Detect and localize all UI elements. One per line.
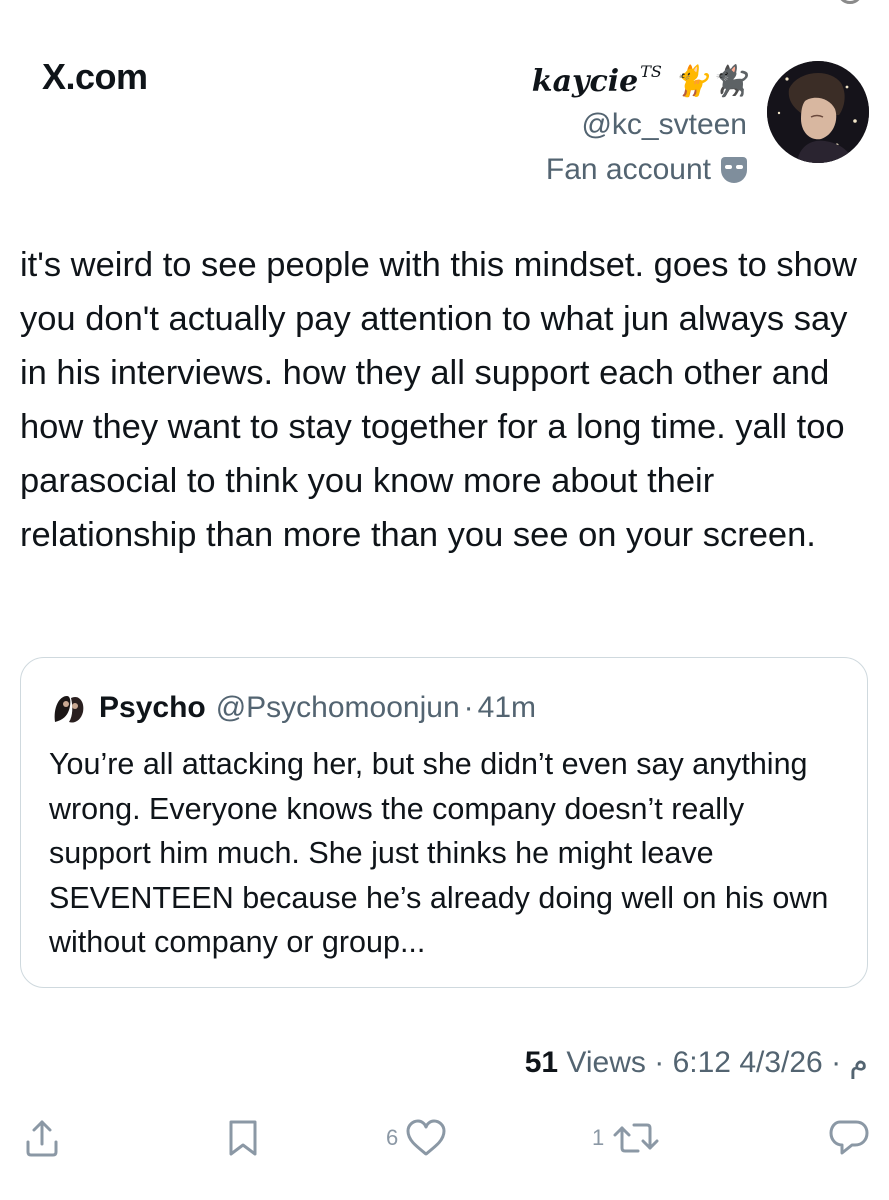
- action-bar: 6 1: [0, 1112, 889, 1172]
- top-edge-icon: [835, 0, 861, 6]
- site-label: X.com: [42, 56, 148, 97]
- quoted-post-card[interactable]: Psycho @Psychomoonjun · 41m You’re all a…: [20, 657, 868, 988]
- quoted-author-handle[interactable]: @Psychomoonjun: [216, 691, 460, 725]
- heart-icon: [406, 1119, 446, 1156]
- quoted-post-text: You’re all attacking her, but she didn’t…: [49, 747, 829, 959]
- author-avatar[interactable]: [767, 61, 869, 163]
- parody-mask-icon: [721, 157, 747, 183]
- author-display-name[interactable]: kaycie TS 🐈🐈‍⬛: [532, 52, 747, 102]
- reply-button[interactable]: [828, 1112, 870, 1164]
- quoted-author-name[interactable]: Psycho: [99, 691, 206, 725]
- account-label-row: Fan account: [532, 148, 747, 192]
- quoted-separator: ·: [463, 691, 474, 724]
- quoted-post-header: Psycho @Psychomoonjun · 41m: [49, 688, 536, 728]
- repost-count: 1: [592, 1125, 605, 1150]
- views-count: 51: [524, 1046, 559, 1079]
- repost-button[interactable]: 1: [592, 1112, 662, 1164]
- post-text: it's weird to see people with this minds…: [20, 246, 857, 554]
- reply-icon: [829, 1120, 869, 1155]
- like-button[interactable]: 6: [386, 1112, 448, 1164]
- like-count: 6: [386, 1125, 399, 1150]
- quoted-author-avatar[interactable]: [49, 688, 89, 728]
- post-meta: 51 Views · 6:12 م · 4/3/26: [525, 1045, 868, 1080]
- share-icon: [26, 1120, 58, 1157]
- author-name-superscript: TS: [640, 62, 662, 81]
- author-display-name-text: kaycie: [531, 64, 639, 99]
- meta-separator-1: ·: [654, 1046, 665, 1079]
- quoted-post-time[interactable]: 41m: [478, 691, 536, 725]
- author-handle[interactable]: @kc_svteen: [532, 104, 747, 146]
- avatar-image: [767, 61, 869, 163]
- share-button[interactable]: [24, 1112, 60, 1164]
- views-label: Views: [566, 1046, 646, 1079]
- bookmark-button[interactable]: [226, 1112, 260, 1164]
- author-info: kaycie TS 🐈🐈‍⬛ @kc_svteen Fan account: [532, 52, 747, 192]
- post-date[interactable]: 4/3/26: [739, 1046, 822, 1079]
- quoted-avatar-image: [49, 688, 89, 728]
- meta-separator-2: ·: [831, 1046, 842, 1079]
- author-name-emojis: 🐈🐈‍⬛: [672, 64, 747, 99]
- repost-icon: [613, 1123, 659, 1153]
- bookmark-icon: [229, 1120, 257, 1156]
- account-label: Fan account: [545, 153, 711, 186]
